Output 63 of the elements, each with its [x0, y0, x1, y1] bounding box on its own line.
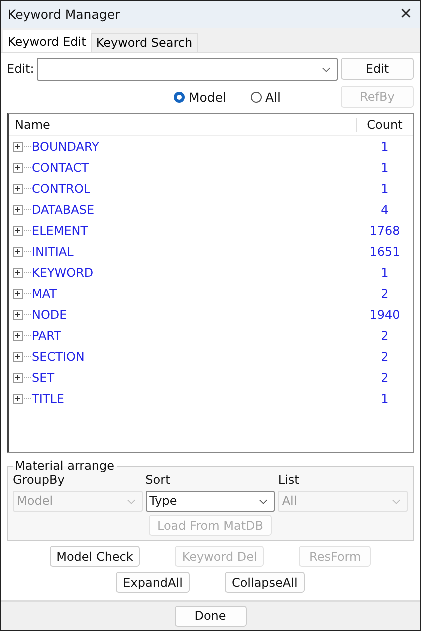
action-button[interactable]: ExpandAll — [116, 572, 190, 593]
keyword-name[interactable]: NODE — [31, 308, 357, 322]
keyword-name[interactable]: TITLE — [31, 392, 357, 406]
close-button[interactable]: × — [396, 3, 416, 26]
chevron-down-icon — [392, 499, 402, 505]
keyword-count: 2 — [380, 350, 390, 364]
expand-icon[interactable] — [13, 184, 31, 194]
group-title: Material arrange — [14, 459, 116, 473]
expand-icon[interactable] — [13, 162, 31, 172]
keyword-count: 1 — [380, 140, 390, 154]
action-button[interactable]: CollapseAll — [224, 572, 305, 593]
window-title: Keyword Manager — [8, 7, 120, 22]
keyword-name[interactable]: CONTACT — [31, 160, 357, 174]
keyword-count: 1 — [380, 266, 390, 280]
column-header[interactable]: Count — [357, 118, 413, 132]
keyword-count: 1 — [380, 392, 390, 406]
column-header[interactable]: Name — [9, 118, 357, 132]
edit-button[interactable]: Edit — [341, 58, 414, 80]
expand-icon[interactable] — [13, 352, 31, 362]
keyword-count: 1651 — [368, 244, 402, 258]
radio-option[interactable]: Model — [174, 90, 227, 104]
keyword-count: 1768 — [368, 224, 402, 238]
expand-icon[interactable] — [13, 246, 31, 256]
keyword-name[interactable]: BOUNDARY — [31, 140, 357, 154]
radio-option[interactable]: All — [250, 90, 282, 104]
keyword-name[interactable]: DATABASE — [31, 202, 357, 216]
keyword-name[interactable]: PART — [31, 328, 357, 342]
keyword-count: 2 — [380, 286, 390, 300]
edit-combo-field[interactable] — [37, 58, 338, 80]
keyword-name[interactable]: ELEMENT — [31, 224, 357, 238]
tab[interactable]: Keyword Search — [91, 33, 198, 52]
expand-icon[interactable] — [13, 288, 31, 298]
keyword-count: 1940 — [368, 308, 402, 322]
dropdown[interactable]: Type — [146, 491, 276, 512]
keyword-name[interactable]: KEYWORD — [31, 266, 357, 280]
keyword-name[interactable]: INITIAL — [31, 244, 357, 258]
keyword-count: 1 — [380, 160, 390, 174]
keyword-count: 4 — [380, 202, 390, 216]
keyword-name[interactable]: SET — [31, 370, 357, 384]
chevron-down-icon — [322, 66, 331, 72]
expand-icon[interactable] — [13, 330, 31, 340]
expand-icon[interactable] — [13, 310, 31, 320]
expand-icon[interactable] — [13, 142, 31, 152]
expand-icon[interactable] — [13, 204, 31, 214]
chevron-down-icon — [259, 499, 268, 505]
keyword-name[interactable]: SECTION — [31, 350, 357, 364]
keyword-count: 2 — [380, 328, 390, 342]
keyword-name[interactable]: CONTROL — [31, 182, 357, 196]
chevron-down-icon — [126, 499, 136, 505]
expand-icon[interactable] — [13, 268, 31, 278]
expand-icon[interactable] — [13, 226, 31, 236]
done-button[interactable]: Done — [174, 606, 246, 626]
edit-label: Edit: — [7, 62, 34, 76]
select-label: Sort — [146, 473, 172, 487]
keyword-name[interactable]: MAT — [31, 286, 357, 300]
select-label: GroupBy — [13, 473, 66, 487]
action-button[interactable]: Model Check — [50, 546, 140, 567]
expand-icon[interactable] — [13, 372, 31, 382]
keyword-count: 2 — [380, 370, 390, 384]
select-label: List — [278, 473, 300, 487]
expand-icon[interactable] — [13, 394, 31, 404]
keyword-count: 1 — [380, 182, 390, 196]
tab[interactable]: Keyword Edit — [3, 30, 92, 52]
